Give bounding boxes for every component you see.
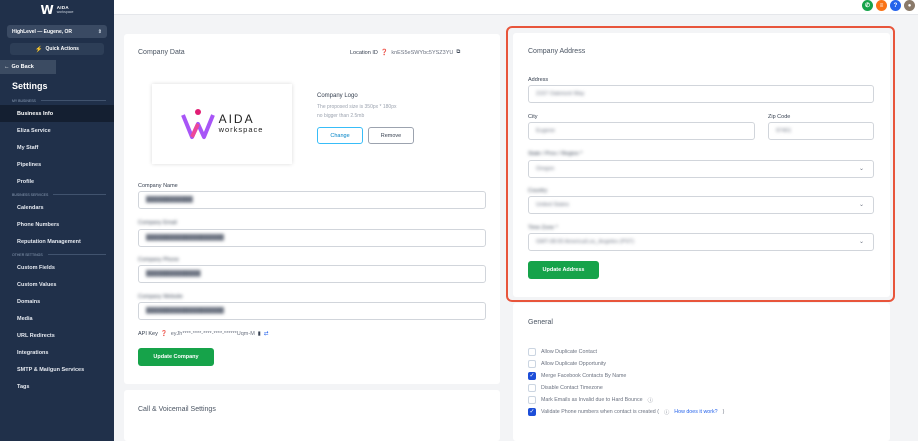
sidebar-item-profile[interactable]: Profile	[0, 173, 114, 190]
help-circle-icon[interactable]: ❓	[381, 49, 388, 56]
settings-title: Settings	[12, 81, 48, 91]
location-id-label: Location ID	[350, 49, 378, 56]
api-key-value: eyJh****-****-****-****-******Uqm-M	[170, 331, 255, 337]
sidebar-item-phone-numbers[interactable]: Phone Numbers	[0, 216, 114, 233]
api-key-row: API Key ❓ eyJh****-****-****-****-******…	[138, 331, 268, 337]
location-name: HighLevel — Eugene, OR	[12, 28, 73, 35]
avatar[interactable]: ●	[904, 0, 915, 11]
sidebar-item-pipelines[interactable]: Pipelines	[0, 156, 114, 173]
sidebar-item-my-staff[interactable]: My Staff	[0, 139, 114, 156]
logo-weight-hint: no bigger than 2.5mb	[317, 113, 365, 119]
sidebar-item-url-redirects[interactable]: URL Redirects	[0, 327, 114, 344]
refresh-icon[interactable]: ⇄	[264, 331, 269, 337]
sidebar-item-eliza-service[interactable]: Eliza Service	[0, 122, 114, 139]
sidebar-item-business-info[interactable]: Business Info	[0, 105, 114, 122]
company-data-title: Company Data	[138, 49, 185, 56]
how-does-it-work-link[interactable]: How does it work?	[674, 409, 717, 415]
logo-sub: workspace	[56, 9, 74, 14]
sidebar-item-custom-values[interactable]: Custom Values	[0, 276, 114, 293]
sidebar-item-smtp-mailgun[interactable]: SMTP & Mailgun Services	[0, 361, 114, 378]
change-logo-button[interactable]: Change	[317, 127, 363, 144]
option-merge-facebook-contacts[interactable]: ✓ Merge Facebook Contacts By Name	[528, 371, 626, 380]
remove-logo-button[interactable]: Remove	[368, 127, 414, 144]
top-icons: ✆ ≡ ? ●	[862, 0, 915, 11]
quick-actions-button[interactable]: ⚡ Quick Actions	[10, 43, 104, 55]
megaphone-icon[interactable]: ≡	[876, 0, 887, 11]
checkbox-checked[interactable]: ✓	[528, 371, 536, 380]
company-website-field[interactable]: ████████████████████	[138, 302, 486, 320]
call-voicemail-title: Call & Voicemail Settings	[138, 406, 216, 413]
company-email-field[interactable]: ████████████████████	[138, 229, 486, 247]
highlight-box	[506, 26, 895, 302]
section-label-other-settings: OTHER SETTINGS	[0, 250, 114, 259]
checkbox-checked[interactable]: ✓	[528, 407, 536, 416]
company-name-label: Company Name	[138, 183, 178, 189]
sidebar-item-reputation-management[interactable]: Reputation Management	[0, 233, 114, 250]
section-label-business-services: BUSINESS SERVICES	[0, 190, 114, 199]
sidebar: W AIDA workspace HighLevel — Eugene, OR …	[0, 0, 114, 441]
company-name-field[interactable]: ████████████	[138, 191, 486, 209]
company-logo-title: Company Logo	[317, 93, 358, 99]
sidebar-item-domains[interactable]: Domains	[0, 293, 114, 310]
sidebar-item-integrations[interactable]: Integrations	[0, 344, 114, 361]
help-circle-icon[interactable]: ❓	[161, 331, 168, 337]
logo-size-hint: The proposed size is 350px * 180px	[317, 104, 397, 110]
copy-icon[interactable]: ▮	[258, 331, 261, 337]
help-circle-icon[interactable]: ⓘ	[648, 396, 653, 404]
location-switcher[interactable]: HighLevel — Eugene, OR ⇕	[7, 25, 107, 38]
sidebar-item-media[interactable]: Media	[0, 310, 114, 327]
checkbox[interactable]	[528, 347, 536, 356]
general-title: General	[528, 319, 553, 326]
api-key-label: API Key	[138, 331, 158, 337]
aida-logo-mark-icon	[180, 109, 215, 139]
top-bar: ✆ ≡ ? ●	[114, 0, 918, 15]
chevron-updown-icon: ⇕	[97, 28, 102, 35]
sidebar-item-custom-fields[interactable]: Custom Fields	[0, 259, 114, 276]
option-allow-duplicate-opportunity[interactable]: Allow Duplicate Opportunity	[528, 359, 606, 368]
arrow-left-icon: ←	[4, 64, 10, 70]
option-validate-phone-numbers[interactable]: ✓ Validate Phone numbers when contact is…	[528, 407, 724, 416]
sidebar-logo[interactable]: W AIDA workspace	[0, 0, 114, 20]
help-icon[interactable]: ?	[890, 0, 901, 11]
help-circle-icon: ⓘ	[663, 409, 670, 416]
company-logo-preview: AIDA workspace	[152, 84, 292, 164]
company-phone-field[interactable]: ██████████████	[138, 265, 486, 283]
option-allow-duplicate-contact[interactable]: Allow Duplicate Contact	[528, 347, 597, 356]
checkbox[interactable]	[528, 395, 536, 404]
company-email-label: Company Email	[138, 220, 177, 226]
close-paren: )	[722, 408, 725, 415]
checkbox[interactable]	[528, 383, 536, 392]
company-phone-label: Company Phone	[138, 257, 179, 263]
company-website-label: Company Website	[138, 294, 183, 300]
quick-actions-label: Quick Actions	[45, 46, 79, 52]
section-label-my-business: MY BUSINESS	[0, 96, 114, 105]
company-logo-sub: workspace	[218, 125, 264, 135]
go-back-button[interactable]: ← Go Back	[0, 60, 56, 74]
update-company-button[interactable]: Update Company	[138, 348, 214, 366]
go-back-label: Go Back	[11, 64, 34, 70]
call-voicemail-card	[124, 390, 500, 441]
location-id: Location ID ❓ knES5eSWYbc5YSZ3YU ⧉	[350, 49, 460, 56]
location-id-value: knES5eSWYbc5YSZ3YU	[391, 49, 454, 56]
copy-icon[interactable]: ⧉	[456, 49, 460, 56]
phone-icon[interactable]: ✆	[862, 0, 873, 11]
option-disable-contact-timezone[interactable]: Disable Contact Timezone	[528, 383, 603, 392]
checkbox[interactable]	[528, 359, 536, 368]
sidebar-item-tags[interactable]: Tags	[0, 378, 114, 395]
option-mark-invalid-hard-bounce[interactable]: Mark Emails as Invalid due to Hard Bounc…	[528, 395, 653, 404]
aida-logo-icon: W	[40, 3, 54, 17]
bolt-icon: ⚡	[35, 46, 43, 53]
sidebar-item-calendars[interactable]: Calendars	[0, 199, 114, 216]
